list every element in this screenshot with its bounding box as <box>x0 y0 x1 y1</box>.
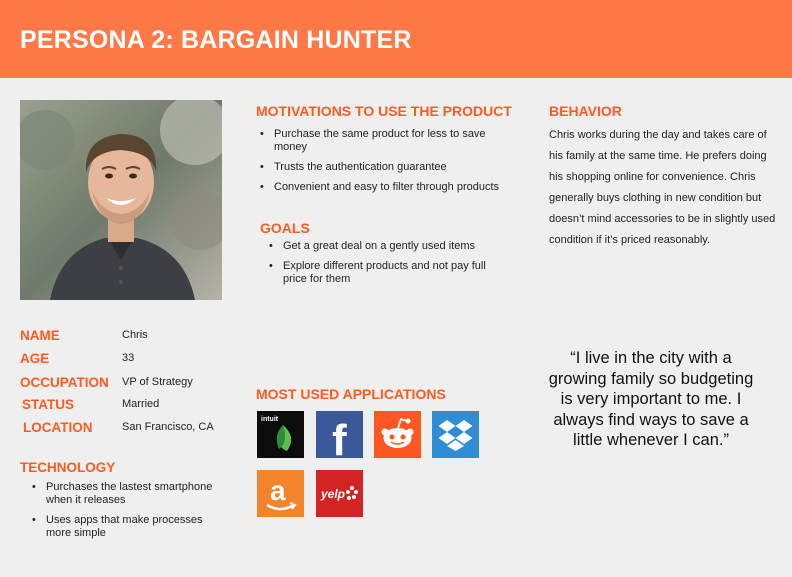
header-bar: PERSONA 2: BARGAIN HUNTER <box>0 0 792 78</box>
apps-heading: MOST USED APPLICATIONS <box>256 386 446 402</box>
behavior-heading: BEHAVIOR <box>549 103 622 119</box>
occupation-value: VP of Strategy <box>122 376 193 388</box>
list-item: Convenient and easy to filter through pr… <box>256 181 516 194</box>
age-label: AGE <box>20 351 50 366</box>
yelp-glyph: yelp <box>320 487 345 501</box>
age-value: 33 <box>122 352 135 364</box>
list-item: Purchase the same product for less to sa… <box>256 128 516 154</box>
list-item: Trusts the authentication guarantee <box>256 161 516 174</box>
facebook-glyph: f <box>332 416 347 458</box>
yelp-icon: yelp <box>316 470 363 517</box>
status-value: Married <box>122 398 160 410</box>
occupation-label: OCCUPATION <box>20 375 109 390</box>
amazon-glyph: a <box>270 475 286 506</box>
list-item: Explore different products and not pay f… <box>265 260 505 286</box>
motivations-heading: MOTIVATIONS TO USE THE PRODUCT <box>256 103 512 119</box>
technology-heading: TECHNOLOGY <box>20 460 116 475</box>
goals-heading: GOALS <box>260 220 310 236</box>
list-item: Get a great deal on a gently used items <box>265 240 505 253</box>
persona-photo <box>20 100 222 300</box>
facebook-icon: f <box>316 411 363 458</box>
name-value: Chris <box>122 329 148 341</box>
motivations-list: Purchase the same product for less to sa… <box>256 128 516 201</box>
reddit-icon <box>374 411 421 458</box>
dropbox-icon <box>432 411 479 458</box>
behavior-text: Chris works during the day and takes car… <box>549 129 776 246</box>
amazon-icon: a <box>257 470 304 517</box>
goals-list: Get a great deal on a gently used items … <box>265 240 505 293</box>
name-label: NAME <box>20 328 60 343</box>
mint-icon: intuit <box>257 411 304 458</box>
list-item: Uses apps that make processes more simpl… <box>28 514 228 540</box>
mint-brand-label: intuit <box>261 416 279 423</box>
technology-list: Purchases the lastest smartphone when it… <box>28 481 228 547</box>
list-item: Purchases the lastest smartphone when it… <box>28 481 228 507</box>
page-title: PERSONA 2: BARGAIN HUNTER <box>20 26 412 54</box>
location-label: LOCATION <box>23 420 93 435</box>
location-value: San Francisco, CA <box>122 421 214 433</box>
status-label: STATUS <box>22 397 74 412</box>
persona-quote: “I live in the city with a growing famil… <box>548 349 754 449</box>
